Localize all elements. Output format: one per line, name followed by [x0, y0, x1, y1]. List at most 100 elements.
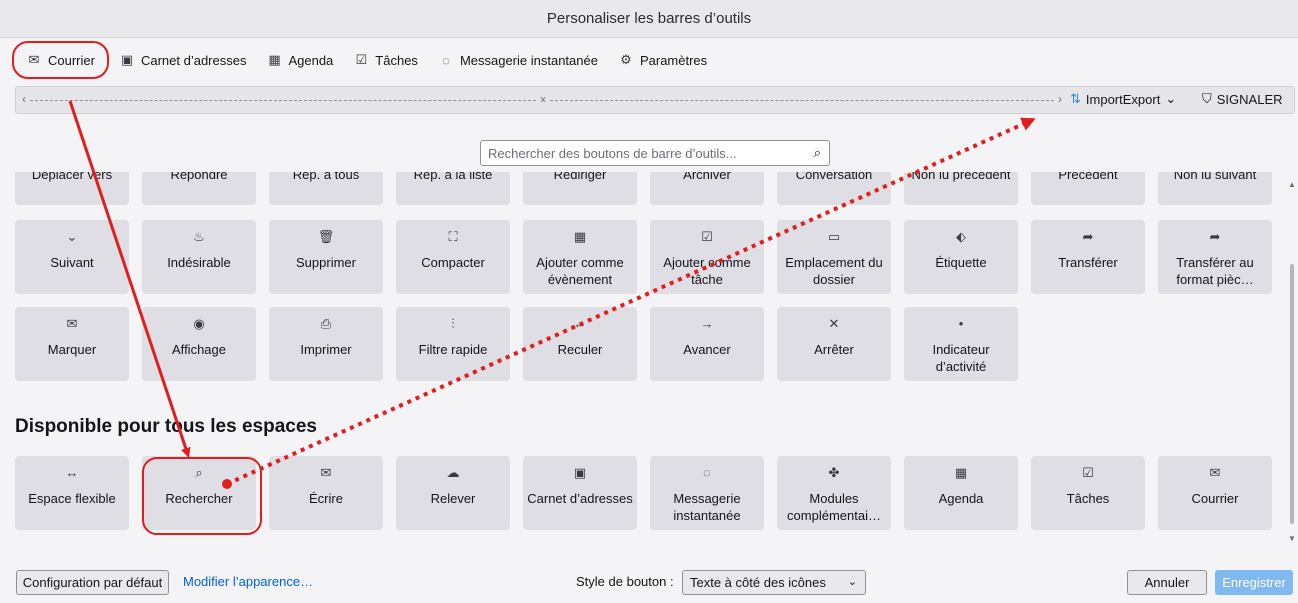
gear-icon: ⚙	[620, 52, 632, 67]
palette-button-label: Indicateur d’activité	[932, 342, 990, 374]
importexport-label: ImportExport	[1085, 91, 1161, 107]
flexible-space-icon: ↔	[65, 465, 79, 480]
tab-courrier[interactable]: ✉ Courrier	[12, 41, 109, 79]
button-style-label: Style de bouton :	[576, 574, 674, 589]
palette-button-non-lu-suivant[interactable]: Non lu suivant	[1158, 172, 1272, 205]
palette-button-non-lu-precedent[interactable]: Non lu précédent	[904, 172, 1018, 205]
palette-button-avancer[interactable]: → Avancer	[650, 307, 764, 381]
palette-button-label: Répondre	[170, 172, 228, 182]
search-input[interactable]	[488, 145, 788, 161]
flexible-space-1[interactable]: ‹ ›	[22, 92, 544, 106]
scrollbar-thumb[interactable]	[1290, 264, 1294, 524]
compact-icon: ⛶	[448, 229, 458, 244]
palette-button-label: Agenda	[938, 491, 984, 506]
palette-button-courrier[interactable]: ✉ Courrier	[1158, 456, 1272, 530]
scroll-up-icon[interactable]: ▲	[1288, 180, 1296, 189]
palette-button-filtre-rapide[interactable]: ⫶ Filtre rapide	[396, 307, 510, 381]
palette-button-ajouter-evenement[interactable]: ▦ Ajouter comme évènement	[523, 220, 637, 294]
palette-button-label: Transférer au format pièc…	[1176, 255, 1254, 287]
palette-button-repondre[interactable]: Répondre	[142, 172, 256, 205]
palette-button-relever[interactable]: ☁ Relever	[396, 456, 510, 530]
palette-button-affichage[interactable]: ◉ Affichage	[142, 307, 256, 381]
palette-button-espace-flexible[interactable]: ↔ Espace flexible	[15, 456, 129, 530]
cancel-button[interactable]: Annuler	[1127, 570, 1207, 595]
importexport-icon: ⇅	[1070, 91, 1081, 106]
palette-button-label: Modules complémentai…	[787, 491, 881, 523]
palette-button-ajouter-tache[interactable]: ☑ Ajouter comme tâche	[650, 220, 764, 294]
address-book-icon: ▣	[573, 465, 587, 480]
search-field[interactable]: ⌕	[480, 140, 830, 166]
palette-button-ecrire[interactable]: ✉ Écrire	[269, 456, 383, 530]
forward-attachment-icon: ➦	[1209, 229, 1221, 244]
palette-button-rechercher[interactable]: ⌕ Rechercher	[142, 456, 256, 530]
palette-button-label: Ajouter comme tâche	[663, 255, 751, 287]
palette-button-taches[interactable]: ☑ Tâches	[1031, 456, 1145, 530]
tab-label: Agenda	[288, 52, 334, 68]
chat-icon: ◌	[703, 465, 711, 480]
palette-button-transferer[interactable]: ➦ Transférer	[1031, 220, 1145, 294]
window-titlebar: Personaliser les barres d’outils	[0, 0, 1298, 38]
search-icon[interactable]: ⌕	[814, 145, 821, 161]
palette-button-conversation[interactable]: Conversation	[777, 172, 891, 205]
palette-button-compacter[interactable]: ⛶ Compacter	[396, 220, 510, 294]
palette-button-imprimer[interactable]: ⎙ Imprimer	[269, 307, 383, 381]
palette-button-label: Arrêter	[814, 342, 854, 357]
palette-button-suivant[interactable]: ⌄ Suivant	[15, 220, 129, 294]
palette-button-messagerie[interactable]: ◌ Messagerie instantanée	[650, 456, 764, 530]
palette-button-archiver[interactable]: Archiver	[650, 172, 764, 205]
palette-button-marquer[interactable]: ✉ Marquer	[15, 307, 129, 381]
palette-button-agenda[interactable]: ▦ Agenda	[904, 456, 1018, 530]
toolbar-preview[interactable]: ‹ › ‹ › ⇅ ImportExport ⌄ ⛉ SIGNALER	[15, 86, 1295, 114]
palette-button-label: Étiquette	[935, 255, 987, 270]
palette-button-arreter[interactable]: ✕ Arrêter	[777, 307, 891, 381]
puzzle-icon: ✤	[828, 465, 840, 480]
palette-scrollbar[interactable]: ▲ ▼	[1287, 178, 1297, 543]
change-appearance-link[interactable]: Modifier l’apparence…	[183, 574, 313, 589]
button-style-select[interactable]: Texte à côté des icônes ⌄	[682, 570, 866, 595]
restore-default-button[interactable]: Configuration par défaut	[16, 570, 169, 595]
tab-messagerie[interactable]: ◌ Messagerie instantanée	[428, 45, 608, 75]
palette-button-label: Supprimer	[296, 255, 356, 270]
importexport-button[interactable]: ⇅ ImportExport ⌄	[1070, 91, 1176, 107]
palette-button-label: Emplacement du dossier	[785, 255, 883, 287]
signaler-button[interactable]: ⛉ SIGNALER	[1202, 91, 1283, 107]
palette-button-deplacer[interactable]: Déplacer vers	[15, 172, 129, 205]
flexible-space-2[interactable]: ‹ ›	[542, 92, 1062, 106]
tab-parametres[interactable]: ⚙ Paramètres	[608, 45, 717, 75]
report-icon: ⛉	[1202, 91, 1212, 106]
palette-button-label: Rechercher	[165, 491, 233, 506]
write-icon: ✉	[320, 465, 332, 480]
palette-button-indicateur-activite[interactable]: • Indicateur d’activité	[904, 307, 1018, 381]
palette-button-label: Tâches	[1066, 491, 1110, 506]
tab-agenda[interactable]: ▦ Agenda	[256, 45, 343, 75]
palette-button-label: Déplacer vers	[31, 172, 113, 182]
arrow-left-icon: ‹	[22, 92, 26, 106]
save-button[interactable]: Enregistrer	[1215, 570, 1293, 595]
palette-button-indesirable[interactable]: ♨ Indésirable	[142, 220, 256, 294]
tab-taches[interactable]: ☑ Tâches	[343, 45, 428, 75]
palette-button-rep-liste[interactable]: Rép. à la liste	[396, 172, 510, 205]
palette-button-label: Filtre rapide	[418, 342, 488, 357]
palette-button-supprimer[interactable]: 🗑 Supprimer	[269, 220, 383, 294]
search-icon: ⌕	[195, 465, 203, 480]
forward-arrow-icon: →	[700, 316, 714, 331]
palette-button-rep-tous[interactable]: Rép. à tous	[269, 172, 383, 205]
palette-button-carnet-adresses[interactable]: ▣ Carnet d’adresses	[523, 456, 637, 530]
palette-button-modules[interactable]: ✤ Modules complémentai…	[777, 456, 891, 530]
tab-carnet-adresses[interactable]: ▣ Carnet d’adresses	[109, 45, 257, 75]
palette-button-reculer[interactable]: ← Reculer	[523, 307, 637, 381]
palette-button-etiquette[interactable]: ⬖ Étiquette	[904, 220, 1018, 294]
mail-icon: ✉	[1209, 465, 1221, 480]
calendar-icon: ▦	[268, 52, 281, 67]
palette-button-label: Compacter	[421, 255, 485, 270]
palette-button-label: Marquer	[47, 342, 97, 357]
palette-button-rediriger[interactable]: Rediriger	[523, 172, 637, 205]
folder-icon: ▭	[827, 229, 841, 244]
palette-button-transferer-piece[interactable]: ➦ Transférer au format pièc…	[1158, 220, 1272, 294]
palette-button-label: Non lu suivant	[1173, 172, 1257, 182]
scroll-down-icon[interactable]: ▼	[1288, 534, 1296, 543]
palette-button-emplacement-dossier[interactable]: ▭ Emplacement du dossier	[777, 220, 891, 294]
palette-button-precedent[interactable]: Précédent	[1031, 172, 1145, 205]
stop-icon: ✕	[828, 316, 840, 331]
calendar-icon: ▦	[954, 465, 968, 480]
